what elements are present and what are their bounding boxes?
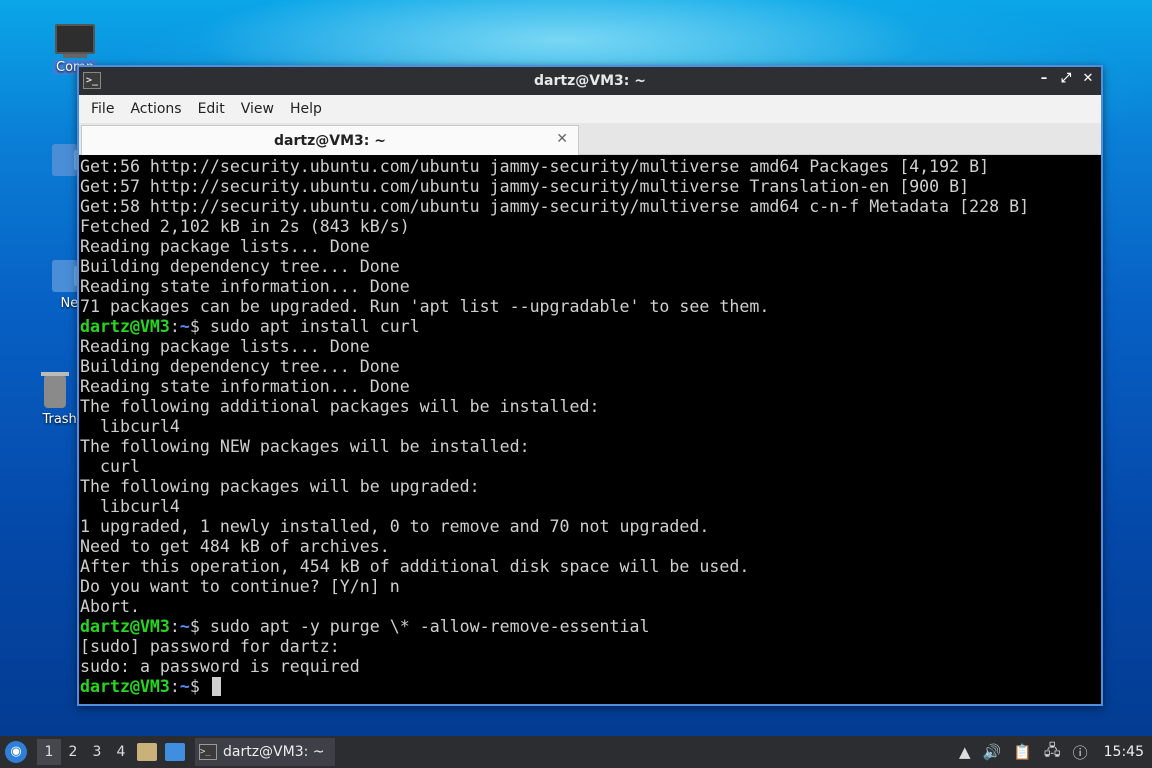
clock: 15:45 (1103, 744, 1144, 760)
monitor-stand (63, 54, 87, 58)
computer-icon (55, 24, 95, 54)
terminal-app-icon: >_ (83, 72, 101, 89)
terminal-output-line: Get:56 http://security.ubuntu.com/ubuntu… (80, 157, 990, 176)
terminal-window[interactable]: >_ dartz@VM3: ~ – ⤢ ✕ File Actions Edit … (77, 65, 1103, 706)
window-controls: – ⤢ ✕ (1037, 71, 1095, 86)
prompt-dollar: $ (189, 677, 200, 696)
workspace-2[interactable]: 2 (61, 744, 85, 760)
command-text (200, 677, 210, 696)
up-arrow-icon[interactable]: ▲ (959, 743, 971, 761)
menu-edit[interactable]: Edit (190, 101, 233, 117)
terminal-output-line: sudo: a password is required (80, 657, 360, 676)
terminal-output-line: Reading package lists... Done (80, 237, 370, 256)
prompt-colon: : (169, 317, 180, 336)
menu-actions[interactable]: Actions (122, 101, 189, 117)
terminal-output-line: curl (80, 457, 140, 476)
terminal-output-line: Get:58 http://security.ubuntu.com/ubuntu… (80, 197, 1030, 216)
prompt-dollar: $ (189, 617, 200, 636)
terminal-output-line: 1 upgraded, 1 newly installed, 0 to remo… (80, 517, 710, 536)
menu-view[interactable]: View (233, 101, 282, 117)
prompt-path: ~ (179, 677, 190, 696)
terminal-output-line: After this operation, 454 kB of addition… (80, 557, 750, 576)
command-text: sudo apt -y purge \* -allow-remove-essen… (199, 617, 650, 636)
terminal-output-line: libcurl4 (80, 417, 180, 436)
terminal-output-line: Get:57 http://security.ubuntu.com/ubuntu… (80, 177, 970, 196)
notification-icon[interactable]: ⓘ (1073, 742, 1088, 763)
terminal-output-line: 71 packages can be upgraded. Run 'apt li… (80, 297, 770, 316)
network-icon[interactable]: 🖧 (1044, 740, 1061, 765)
trash-icon (41, 372, 69, 408)
close-icon[interactable]: ✕ (1081, 71, 1095, 86)
prompt-colon: : (169, 617, 180, 636)
window-titlebar[interactable]: >_ dartz@VM3: ~ – ⤢ ✕ (79, 67, 1101, 95)
terminal-cursor (211, 677, 221, 696)
prompt-path: ~ (179, 317, 190, 336)
terminal-output-line: libcurl4 (80, 497, 180, 516)
taskbar-task-terminal[interactable]: >_ dartz@VM3: ~ (195, 738, 335, 766)
terminal-tab[interactable]: dartz@VM3: ~ ✕ (81, 125, 579, 155)
workspace-4[interactable]: 4 (109, 744, 133, 760)
menu-file[interactable]: File (83, 101, 122, 117)
terminal-output-line: The following additional packages will b… (80, 397, 600, 416)
task-label: dartz@VM3: ~ (223, 744, 325, 760)
terminal-prompt-line: dartz@VM3:~$ sudo apt -y purge \* -allow… (80, 617, 1101, 637)
terminal-output-line: Reading package lists... Done (80, 337, 370, 356)
terminal-output-line: [sudo] password for dartz: (80, 637, 340, 656)
menu-help[interactable]: Help (282, 101, 330, 117)
lxqt-menu-icon[interactable]: ◉ (5, 741, 27, 763)
menubar: File Actions Edit View Help (79, 95, 1101, 123)
terminal-output-line: Building dependency tree... Done (80, 257, 400, 276)
terminal-output-line: The following NEW packages will be insta… (80, 437, 530, 456)
terminal-output-line: Fetched 2,102 kB in 2s (843 kB/s) (80, 217, 410, 236)
taskbar: ◉ 1 2 3 4 >_ dartz@VM3: ~ ▲ 🔊 📋 🖧 ⓘ 15:4… (0, 736, 1152, 768)
prompt-user: dartz@VM3 (80, 677, 170, 696)
minimize-icon[interactable]: – (1037, 71, 1051, 86)
terminal-output-line: The following packages will be upgraded: (80, 477, 480, 496)
volume-icon[interactable]: 🔊 (983, 743, 1002, 761)
terminal-output-line: Need to get 484 kB of archives. (80, 537, 390, 556)
show-desktop-icon[interactable] (165, 743, 185, 761)
window-title: dartz@VM3: ~ (534, 73, 646, 89)
terminal-prompt-line: dartz@VM3:~$ (80, 677, 1101, 697)
terminal-output-line: Reading state information... Done (80, 377, 410, 396)
terminal-output-line: Abort. (80, 597, 140, 616)
system-tray: ▲ 🔊 📋 🖧 ⓘ 15:45 (959, 736, 1152, 768)
prompt-user: dartz@VM3 (80, 617, 170, 636)
home-folder-icon (52, 144, 82, 176)
prompt-dollar: $ (189, 317, 200, 336)
network-icon (52, 260, 82, 292)
prompt-colon: : (169, 677, 180, 696)
terminal-task-icon: >_ (199, 744, 217, 760)
clipboard-icon[interactable]: 📋 (1013, 743, 1032, 761)
maximize-icon[interactable]: ⤢ (1059, 71, 1073, 86)
terminal-output-line: Building dependency tree... Done (80, 357, 400, 376)
workspace-3[interactable]: 3 (85, 744, 109, 760)
tab-close-icon[interactable]: ✕ (556, 131, 568, 147)
prompt-user: dartz@VM3 (80, 317, 170, 336)
workspace-1[interactable]: 1 (37, 739, 61, 765)
tab-label: dartz@VM3: ~ (274, 132, 386, 149)
command-text: sudo apt install curl (199, 317, 420, 336)
prompt-path: ~ (179, 617, 190, 636)
file-manager-icon[interactable] (137, 743, 157, 761)
terminal-output-line: Do you want to continue? [Y/n] n (80, 577, 400, 596)
terminal-output[interactable]: Get:56 http://security.ubuntu.com/ubuntu… (79, 155, 1101, 704)
terminal-output-line: Reading state information... Done (80, 277, 410, 296)
tab-bar: dartz@VM3: ~ ✕ (79, 123, 1101, 155)
terminal-prompt-line: dartz@VM3:~$ sudo apt install curl (80, 317, 1101, 337)
